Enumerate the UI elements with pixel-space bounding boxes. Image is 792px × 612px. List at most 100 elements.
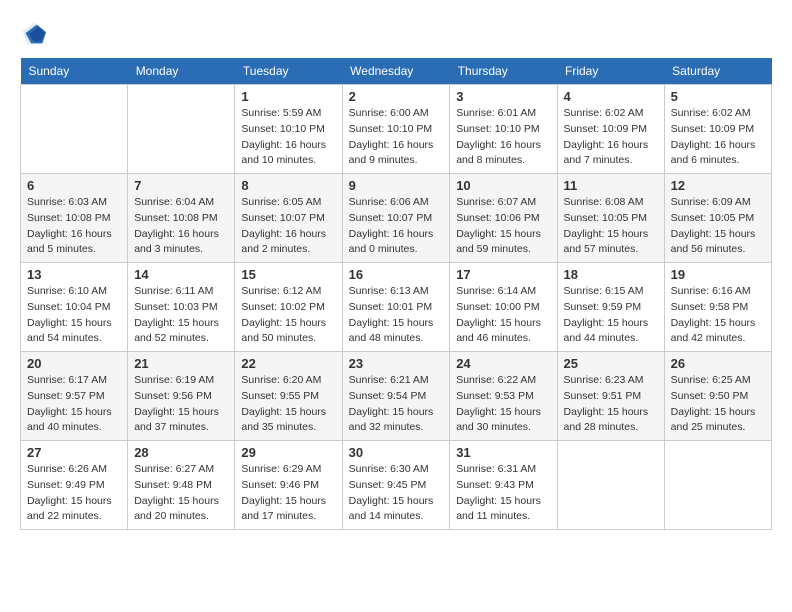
day-detail: Sunrise: 6:01 AMSunset: 10:10 PMDaylight…: [456, 106, 550, 169]
day-number: 3: [456, 89, 550, 104]
calendar-cell: 14Sunrise: 6:11 AMSunset: 10:03 PMDaylig…: [128, 263, 235, 352]
calendar-cell: 5 Sunrise: 6:02 AMSunset: 10:09 PMDayligh…: [664, 85, 771, 174]
weekday-header: Tuesday: [235, 58, 342, 85]
day-number: 17: [456, 267, 550, 282]
calendar-cell: 21 Sunrise: 6:19 AMSunset: 9:56 PMDayligh…: [128, 352, 235, 441]
day-detail: Sunrise: 6:10 AMSunset: 10:04 PMDaylight…: [27, 284, 121, 347]
day-number: 6: [27, 178, 121, 193]
day-number: 31: [456, 445, 550, 460]
day-number: 1: [241, 89, 335, 104]
calendar-cell: 4 Sunrise: 6:02 AMSunset: 10:09 PMDayligh…: [557, 85, 664, 174]
day-number: 15: [241, 267, 335, 282]
calendar-cell: 8 Sunrise: 6:05 AMSunset: 10:07 PMDayligh…: [235, 174, 342, 263]
day-detail: Sunrise: 6:03 AMSunset: 10:08 PMDaylight…: [27, 195, 121, 258]
day-number: 27: [27, 445, 121, 460]
day-detail: Sunrise: 6:14 AMSunset: 10:00 PMDaylight…: [456, 284, 550, 347]
day-number: 14: [134, 267, 228, 282]
calendar-week-row: 27 Sunrise: 6:26 AMSunset: 9:49 PMDayligh…: [21, 441, 772, 530]
weekday-header: Thursday: [450, 58, 557, 85]
day-detail: Sunrise: 6:15 AMSunset: 9:59 PMDaylight:…: [564, 284, 658, 347]
weekday-header: Wednesday: [342, 58, 450, 85]
day-detail: Sunrise: 6:07 AMSunset: 10:06 PMDaylight…: [456, 195, 550, 258]
day-detail: Sunrise: 6:02 AMSunset: 10:09 PMDaylight…: [564, 106, 658, 169]
day-detail: Sunrise: 6:19 AMSunset: 9:56 PMDaylight:…: [134, 373, 228, 436]
day-detail: Sunrise: 6:27 AMSunset: 9:48 PMDaylight:…: [134, 462, 228, 525]
day-number: 11: [564, 178, 658, 193]
calendar-cell: 19 Sunrise: 6:16 AMSunset: 9:58 PMDayligh…: [664, 263, 771, 352]
day-detail: Sunrise: 6:06 AMSunset: 10:07 PMDaylight…: [349, 195, 444, 258]
day-number: 22: [241, 356, 335, 371]
day-number: 4: [564, 89, 658, 104]
day-detail: Sunrise: 6:20 AMSunset: 9:55 PMDaylight:…: [241, 373, 335, 436]
day-detail: Sunrise: 6:02 AMSunset: 10:09 PMDaylight…: [671, 106, 765, 169]
calendar-cell: 23 Sunrise: 6:21 AMSunset: 9:54 PMDayligh…: [342, 352, 450, 441]
calendar-cell: [128, 85, 235, 174]
day-detail: Sunrise: 6:05 AMSunset: 10:07 PMDaylight…: [241, 195, 335, 258]
day-detail: Sunrise: 6:04 AMSunset: 10:08 PMDaylight…: [134, 195, 228, 258]
calendar-cell: 18 Sunrise: 6:15 AMSunset: 9:59 PMDayligh…: [557, 263, 664, 352]
day-detail: Sunrise: 6:30 AMSunset: 9:45 PMDaylight:…: [349, 462, 444, 525]
calendar-cell: 30 Sunrise: 6:30 AMSunset: 9:45 PMDayligh…: [342, 441, 450, 530]
day-detail: Sunrise: 6:09 AMSunset: 10:05 PMDaylight…: [671, 195, 765, 258]
logo-icon: [20, 20, 48, 48]
day-detail: Sunrise: 6:25 AMSunset: 9:50 PMDaylight:…: [671, 373, 765, 436]
calendar-week-row: 6 Sunrise: 6:03 AMSunset: 10:08 PMDayligh…: [21, 174, 772, 263]
day-number: 5: [671, 89, 765, 104]
day-number: 9: [349, 178, 444, 193]
day-detail: Sunrise: 6:23 AMSunset: 9:51 PMDaylight:…: [564, 373, 658, 436]
day-number: 18: [564, 267, 658, 282]
day-detail: Sunrise: 6:21 AMSunset: 9:54 PMDaylight:…: [349, 373, 444, 436]
day-number: 13: [27, 267, 121, 282]
day-detail: Sunrise: 6:13 AMSunset: 10:01 PMDaylight…: [349, 284, 444, 347]
calendar-cell: 13 Sunrise: 6:10 AMSunset: 10:04 PMDaylig…: [21, 263, 128, 352]
calendar: SundayMondayTuesdayWednesdayThursdayFrid…: [20, 58, 772, 530]
calendar-cell: 29Sunrise: 6:29 AMSunset: 9:46 PMDayligh…: [235, 441, 342, 530]
calendar-cell: 10Sunrise: 6:07 AMSunset: 10:06 PMDaylig…: [450, 174, 557, 263]
calendar-cell: 7Sunrise: 6:04 AMSunset: 10:08 PMDayligh…: [128, 174, 235, 263]
day-number: 19: [671, 267, 765, 282]
day-number: 12: [671, 178, 765, 193]
calendar-cell: 9 Sunrise: 6:06 AMSunset: 10:07 PMDayligh…: [342, 174, 450, 263]
day-number: 8: [241, 178, 335, 193]
day-detail: Sunrise: 5:59 AMSunset: 10:10 PMDaylight…: [241, 106, 335, 169]
calendar-cell: 22 Sunrise: 6:20 AMSunset: 9:55 PMDayligh…: [235, 352, 342, 441]
calendar-cell: 24Sunrise: 6:22 AMSunset: 9:53 PMDayligh…: [450, 352, 557, 441]
calendar-cell: [664, 441, 771, 530]
calendar-cell: 20 Sunrise: 6:17 AMSunset: 9:57 PMDayligh…: [21, 352, 128, 441]
page-header: [20, 20, 772, 48]
day-detail: Sunrise: 6:22 AMSunset: 9:53 PMDaylight:…: [456, 373, 550, 436]
day-number: 2: [349, 89, 444, 104]
day-number: 16: [349, 267, 444, 282]
weekday-header: Saturday: [664, 58, 771, 85]
day-detail: Sunrise: 6:00 AMSunset: 10:10 PMDaylight…: [349, 106, 444, 169]
day-detail: Sunrise: 6:26 AMSunset: 9:49 PMDaylight:…: [27, 462, 121, 525]
calendar-week-row: 20 Sunrise: 6:17 AMSunset: 9:57 PMDayligh…: [21, 352, 772, 441]
day-detail: Sunrise: 6:08 AMSunset: 10:05 PMDaylight…: [564, 195, 658, 258]
calendar-cell: 17 Sunrise: 6:14 AMSunset: 10:00 PMDaylig…: [450, 263, 557, 352]
calendar-cell: 25Sunrise: 6:23 AMSunset: 9:51 PMDayligh…: [557, 352, 664, 441]
calendar-week-row: 13 Sunrise: 6:10 AMSunset: 10:04 PMDaylig…: [21, 263, 772, 352]
day-detail: Sunrise: 6:12 AMSunset: 10:02 PMDaylight…: [241, 284, 335, 347]
calendar-cell: 2 Sunrise: 6:00 AMSunset: 10:10 PMDayligh…: [342, 85, 450, 174]
calendar-cell: [21, 85, 128, 174]
day-detail: Sunrise: 6:17 AMSunset: 9:57 PMDaylight:…: [27, 373, 121, 436]
calendar-cell: 28 Sunrise: 6:27 AMSunset: 9:48 PMDayligh…: [128, 441, 235, 530]
day-detail: Sunrise: 6:16 AMSunset: 9:58 PMDaylight:…: [671, 284, 765, 347]
day-number: 23: [349, 356, 444, 371]
day-number: 29: [241, 445, 335, 460]
calendar-cell: 6 Sunrise: 6:03 AMSunset: 10:08 PMDayligh…: [21, 174, 128, 263]
weekday-header: Monday: [128, 58, 235, 85]
calendar-cell: 15 Sunrise: 6:12 AMSunset: 10:02 PMDaylig…: [235, 263, 342, 352]
day-number: 21: [134, 356, 228, 371]
calendar-cell: 27 Sunrise: 6:26 AMSunset: 9:49 PMDayligh…: [21, 441, 128, 530]
calendar-cell: 26 Sunrise: 6:25 AMSunset: 9:50 PMDayligh…: [664, 352, 771, 441]
calendar-cell: 31Sunrise: 6:31 AMSunset: 9:43 PMDayligh…: [450, 441, 557, 530]
calendar-header-row: SundayMondayTuesdayWednesdayThursdayFrid…: [21, 58, 772, 85]
day-number: 20: [27, 356, 121, 371]
calendar-week-row: 1 Sunrise: 5:59 AMSunset: 10:10 PMDayligh…: [21, 85, 772, 174]
calendar-cell: 3 Sunrise: 6:01 AMSunset: 10:10 PMDayligh…: [450, 85, 557, 174]
day-number: 28: [134, 445, 228, 460]
calendar-cell: 12 Sunrise: 6:09 AMSunset: 10:05 PMDaylig…: [664, 174, 771, 263]
day-number: 30: [349, 445, 444, 460]
day-number: 26: [671, 356, 765, 371]
